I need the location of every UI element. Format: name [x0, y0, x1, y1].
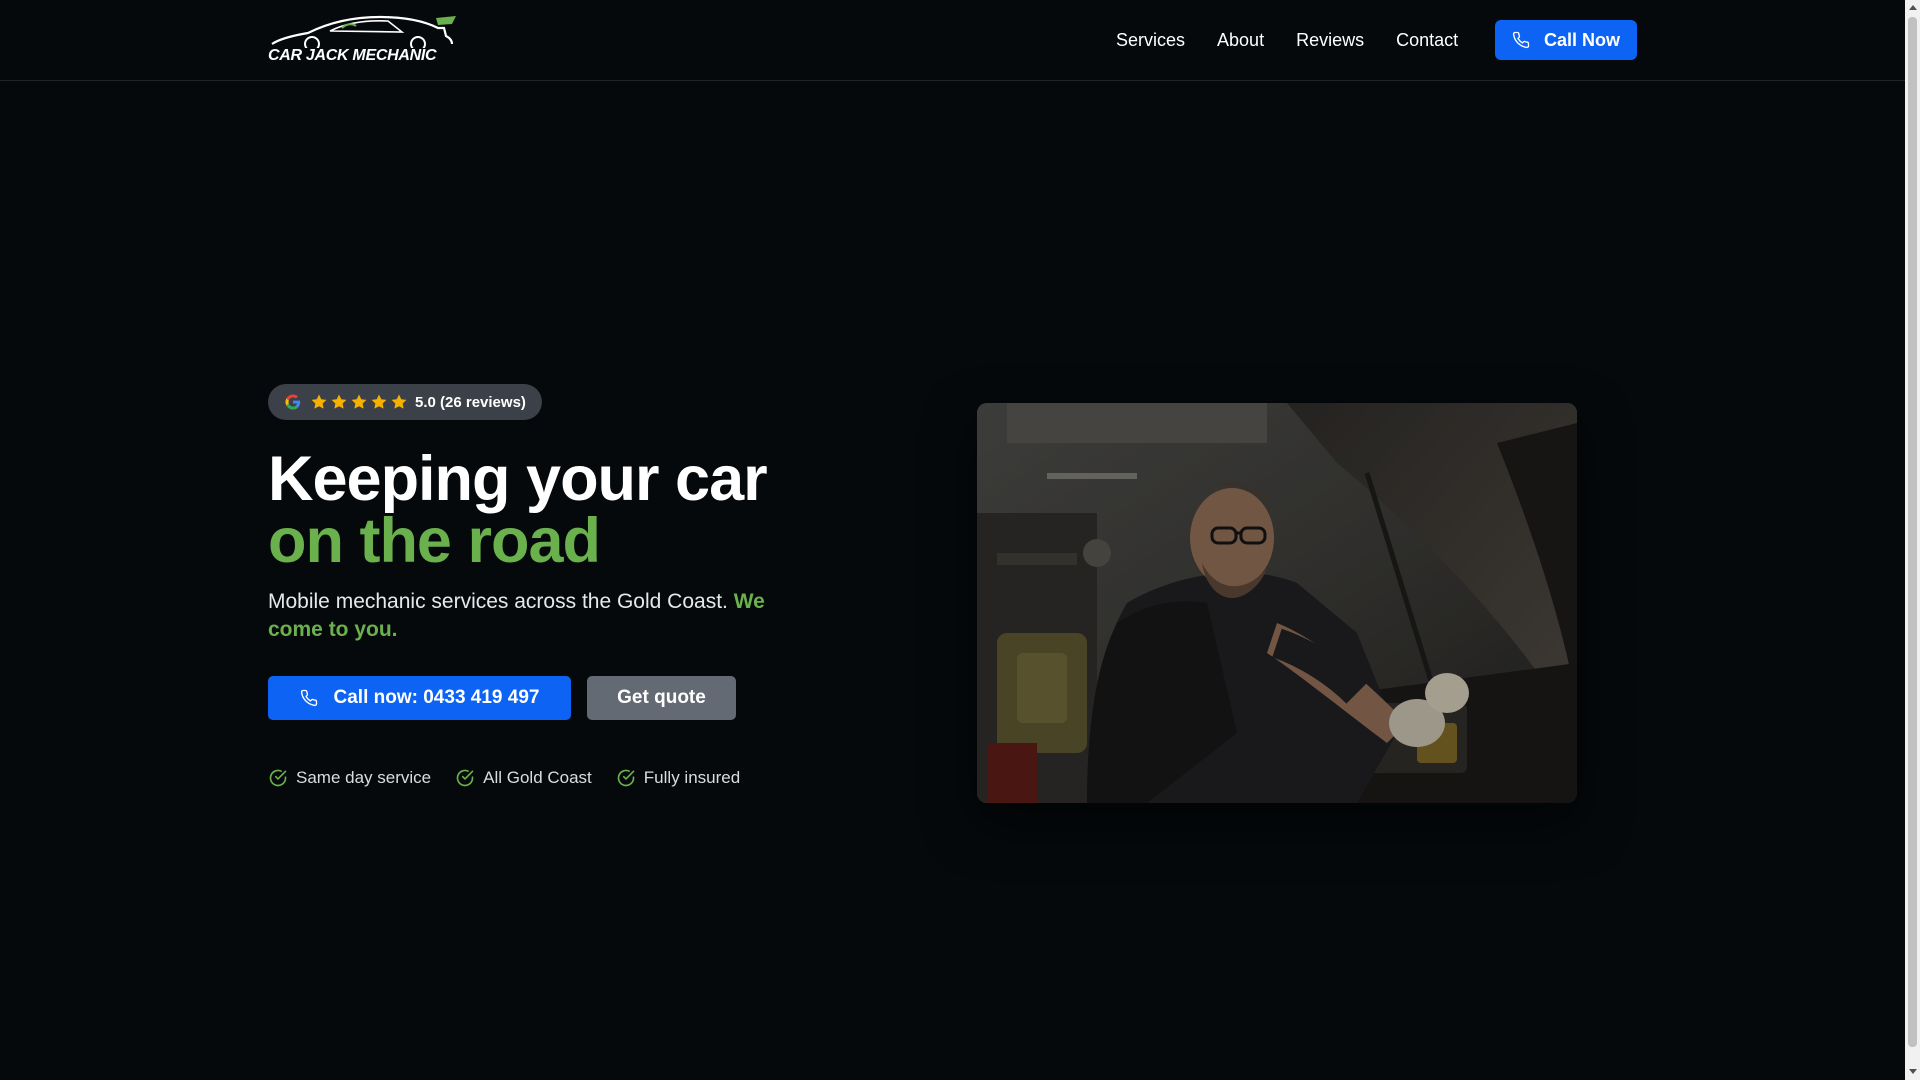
- check-circle-icon: [456, 769, 474, 787]
- nav-about[interactable]: About: [1217, 20, 1264, 60]
- headline-line-1: Keeping your car: [268, 444, 768, 514]
- car-silhouette-icon: [271, 15, 456, 52]
- feature-item: Fully insured: [616, 768, 740, 788]
- get-quote-button[interactable]: Get quote: [587, 676, 736, 720]
- feature-list: Same day service All Gold Coast Fully in…: [268, 768, 740, 788]
- call-phone-label: Call now: 0433 419 497: [333, 687, 540, 708]
- star-rating: [310, 393, 408, 411]
- scroll-up-arrow-icon[interactable]: [1909, 5, 1917, 10]
- main-nav: Services About Reviews Contact: [1116, 20, 1490, 60]
- call-now-button[interactable]: Call Now: [1495, 20, 1637, 60]
- check-circle-icon: [269, 769, 287, 787]
- feature-label: Fully insured: [643, 768, 741, 787]
- feature-item: All Gold Coast: [455, 768, 592, 788]
- headline-line-2: on the road: [268, 506, 601, 576]
- subtitle-text: Mobile mechanic services across the Gold…: [268, 590, 728, 613]
- star-icon: [371, 394, 387, 409]
- phone-icon: [1512, 31, 1530, 49]
- scrollbar-thumb[interactable]: [1908, 17, 1917, 1047]
- nav-services[interactable]: Services: [1116, 20, 1185, 60]
- rating-text: 5.0 (26 reviews): [415, 393, 526, 411]
- call-phone-button[interactable]: Call now: 0433 419 497: [268, 676, 571, 720]
- mechanic-image: [977, 403, 1577, 803]
- call-now-label: Call Now: [1543, 29, 1620, 50]
- phone-icon: [300, 689, 317, 707]
- star-icon: [331, 394, 347, 409]
- feature-item: Same day service: [268, 768, 431, 788]
- scroll-down-arrow-icon[interactable]: [1909, 1069, 1917, 1074]
- hero-subtitle: Mobile mechanic services across the Gold…: [268, 588, 798, 644]
- check-circle-icon: [617, 769, 635, 787]
- google-rating-badge: 5.0 (26 reviews): [268, 384, 542, 420]
- page: CAR JACK MECHANIC Services About Reviews…: [0, 0, 1920, 1080]
- logo[interactable]: CAR JACK MECHANIC: [268, 14, 458, 64]
- feature-label: Same day service: [296, 768, 432, 787]
- site-header: CAR JACK MECHANIC Services About Reviews…: [0, 0, 1905, 81]
- star-icon: [351, 394, 367, 409]
- get-quote-label: Get quote: [617, 687, 706, 708]
- feature-label: All Gold Coast: [483, 768, 592, 787]
- google-icon: [285, 394, 301, 410]
- hero-headline: Keeping your car on the road: [268, 444, 768, 576]
- nav-reviews[interactable]: Reviews: [1296, 20, 1364, 60]
- star-icon: [311, 394, 327, 409]
- nav-contact[interactable]: Contact: [1396, 20, 1458, 60]
- star-icon: [391, 394, 407, 409]
- mechanic-photo: [977, 403, 1577, 803]
- logo-text: CAR JACK MECHANIC: [268, 47, 437, 64]
